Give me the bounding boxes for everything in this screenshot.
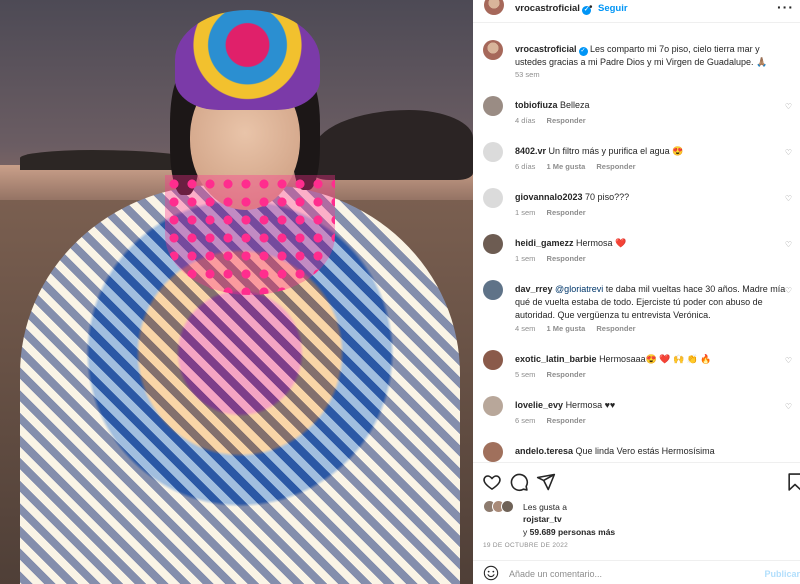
likes-count-line[interactable]: y 59.689 personas más [523,527,615,537]
comment-meta: 4 días Responder [515,116,595,125]
commenter-username[interactable]: exotic_latin_barbie [515,354,597,364]
like-heart-icon[interactable] [482,472,502,492]
commenter-username[interactable]: dav_rrey [515,284,553,294]
like-comment-heart-icon[interactable]: ♡ [785,286,792,295]
commenter-avatar[interactable] [483,188,503,208]
comment-icon[interactable] [509,472,529,492]
commenter-avatar[interactable] [483,142,503,162]
likes-and: y [523,527,528,537]
comment-text: Un filtro más y purifica el agua 😍 [548,146,684,156]
post-side-panel: vrocastroficial ✓ • Seguir ··· vrocastrof… [473,0,800,584]
commenter-avatar[interactable] [483,442,503,462]
like-comment-heart-icon[interactable]: ♡ [785,194,792,203]
commenter-avatar[interactable] [483,350,503,370]
caption-body: vrocastroficial ✓ Les comparto mi 7o piso… [515,43,790,69]
comment-text: 70 piso??? [585,192,630,202]
liker-avatar [501,500,514,513]
comment-time[interactable]: 1 sem [515,208,535,217]
commenter-username[interactable]: 8402.vr [515,146,546,156]
caption-time[interactable]: 53 sem [515,70,540,79]
commenter-username[interactable]: giovannalo2023 [515,192,583,202]
post-date[interactable]: 19 DE OCTUBRE DE 2022 [483,542,568,549]
author-avatar[interactable] [483,40,503,60]
like-comment-heart-icon[interactable]: ♡ [785,102,792,111]
separator-dot: • [589,2,593,13]
comment-time[interactable]: 5 sem [515,370,535,379]
comment-meta: 6 días 1 Me gusta Responder [515,162,645,171]
caption-username[interactable]: vrocastroficial [515,44,577,54]
comment-text: Hermosa ❤️ [576,238,627,248]
author-avatar[interactable] [484,0,504,15]
comment-body: andelo.teresa Que linda Vero estás Hermo… [515,445,790,458]
reply-button[interactable]: Responder [547,116,586,125]
comment-like-count[interactable]: 1 Me gusta [547,162,586,171]
comment-text: Que linda Vero estás Hermosísima [575,446,715,456]
add-comment-bar: Publicar [473,560,800,584]
follow-button[interactable]: Seguir [598,3,628,14]
post-photo[interactable] [0,0,473,584]
comment-body: heidi_gamezz Hermosa ❤️ [515,237,790,250]
comment-meta: 5 sem Responder [515,370,595,379]
comment-time[interactable]: 1 sem [515,254,535,263]
like-comment-heart-icon[interactable]: ♡ [785,240,792,249]
post-actions [473,462,800,502]
reply-button[interactable]: Responder [547,208,586,217]
comment-meta: 1 sem Responder [515,208,595,217]
photo-rocks-right [313,110,473,180]
share-send-icon[interactable] [536,472,556,492]
commenter-avatar[interactable] [483,280,503,300]
likes-prefix: Les gusta a [523,502,567,512]
comment-like-count[interactable]: 1 Me gusta [547,324,586,333]
comment-body: giovannalo2023 70 piso??? [515,191,790,204]
comment-body: lovelie_evy Hermosa ♥♥ [515,399,790,412]
reply-button[interactable]: Responder [547,254,586,263]
comment-meta: 4 sem 1 Me gusta Responder [515,324,645,333]
comment-text: Hermosa ♥♥ [565,400,616,410]
post-comment-button[interactable]: Publicar [764,569,800,579]
comment-meta: 1 sem Responder [515,254,595,263]
comment-input[interactable] [509,569,739,579]
comment-text: Hermosaaa😍 ❤️ 🙌 👏 🔥 [599,354,712,364]
save-bookmark-icon[interactable] [785,472,800,492]
commenter-avatar[interactable] [483,234,503,254]
post-header: vrocastroficial ✓ • Seguir ··· [473,0,800,23]
caption-meta: 53 sem [515,70,549,79]
reply-button[interactable]: Responder [596,162,635,171]
author-username[interactable]: vrocastroficial ✓ [515,3,591,15]
comment-time[interactable]: 4 sem [515,324,535,333]
comment-body: 8402.vr Un filtro más y purifica el agua… [515,145,790,158]
comment-body: dav_rrey @gloriatrevi te daba mil vuelta… [515,283,790,322]
commenter-username[interactable]: heidi_gamezz [515,238,574,248]
comment-time[interactable]: 6 días [515,162,535,171]
comment-body: tobiofiuza Belleza [515,99,790,112]
more-options-icon[interactable]: ··· [777,0,794,15]
comment-meta: 6 sem Responder [515,416,595,425]
commenter-username[interactable]: lovelie_evy [515,400,563,410]
comment-mention-link[interactable]: @gloriatrevi [555,284,603,294]
commenter-avatar[interactable] [483,96,503,116]
photo-turban [175,10,320,110]
likers-avatar-stack [483,500,519,514]
comment-text: Belleza [560,100,590,110]
reply-button[interactable]: Responder [596,324,635,333]
reply-button[interactable]: Responder [547,416,586,425]
verified-badge-icon: ✓ [578,47,588,56]
commenter-username[interactable]: tobiofiuza [515,100,558,110]
comments-list[interactable]: vrocastroficial ✓ Les comparto mi 7o piso… [473,24,800,462]
comment-time[interactable]: 4 días [515,116,535,125]
reply-button[interactable]: Responder [547,370,586,379]
emoji-icon[interactable] [483,565,499,581]
likes-count[interactable]: 59.689 personas más [530,527,616,537]
liker-username[interactable]: rojstar_tv [523,514,562,524]
comment-body: exotic_latin_barbie Hermosaaa😍 ❤️ 🙌 👏 🔥 [515,353,790,366]
like-comment-heart-icon[interactable]: ♡ [785,402,792,411]
commenter-username[interactable]: andelo.teresa [515,446,573,456]
photo-necklace [165,175,335,295]
commenter-avatar[interactable] [483,396,503,416]
like-comment-heart-icon[interactable]: ♡ [785,148,792,157]
like-comment-heart-icon[interactable]: ♡ [785,356,792,365]
comment-time[interactable]: 6 sem [515,416,535,425]
author-username-text[interactable]: vrocastroficial [515,3,580,14]
